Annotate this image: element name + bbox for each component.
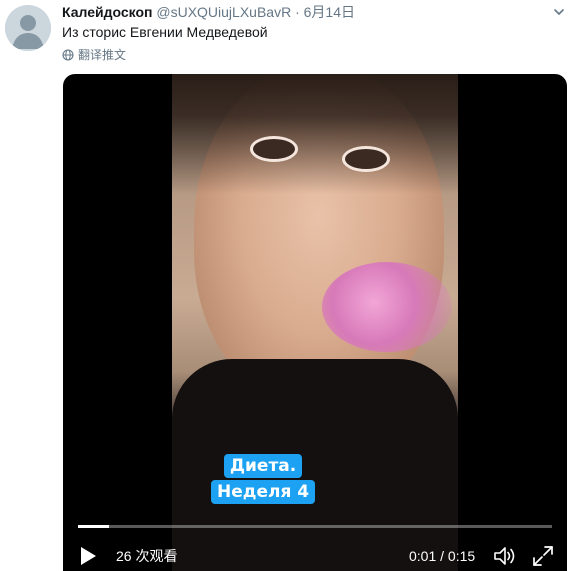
video-hair <box>172 74 458 194</box>
video-eye-right <box>342 146 390 172</box>
progress-bar[interactable] <box>78 525 552 528</box>
video-player[interactable]: Диета. Неделя 4 26 次观看 0:01 / 0:15 <box>63 74 567 571</box>
display-name[interactable]: Калейдоскоп <box>62 4 152 20</box>
video-caption: Диета. Неделя 4 <box>211 454 316 504</box>
view-count: 26 次观看 <box>116 548 178 564</box>
tweet-header: Калейдоскоп @sUXQUiujLXuBavR · 6月14日 <box>62 3 355 21</box>
translate-link[interactable]: 翻译推文 <box>62 47 126 63</box>
caption-line-2: Неделя 4 <box>211 480 316 504</box>
fullscreen-icon[interactable] <box>531 544 555 568</box>
time-display: 0:01 / 0:15 <box>409 548 476 564</box>
translate-label[interactable]: 翻译推文 <box>78 47 126 63</box>
default-avatar-icon <box>5 5 51 51</box>
video-flower <box>322 262 452 352</box>
avatar[interactable] <box>5 5 51 51</box>
tweet-text: Из сторис Евгении Медведевой <box>62 24 268 40</box>
user-handle[interactable]: @sUXQUiujLXuBavR <box>156 4 291 20</box>
volume-icon[interactable] <box>492 544 518 568</box>
chevron-down-icon[interactable] <box>553 6 565 18</box>
separator: · <box>291 4 304 20</box>
video-eye-left <box>250 136 298 162</box>
video-controls: 26 次观看 0:01 / 0:15 <box>63 537 567 571</box>
caption-line-1: Диета. <box>223 454 303 478</box>
globe-icon <box>62 49 74 61</box>
tweet-date[interactable]: 6月14日 <box>304 4 355 20</box>
tweet: Калейдоскоп @sUXQUiujLXuBavR · 6月14日 Из … <box>0 0 574 571</box>
progress-fill <box>78 525 110 528</box>
play-icon[interactable] <box>77 545 99 567</box>
